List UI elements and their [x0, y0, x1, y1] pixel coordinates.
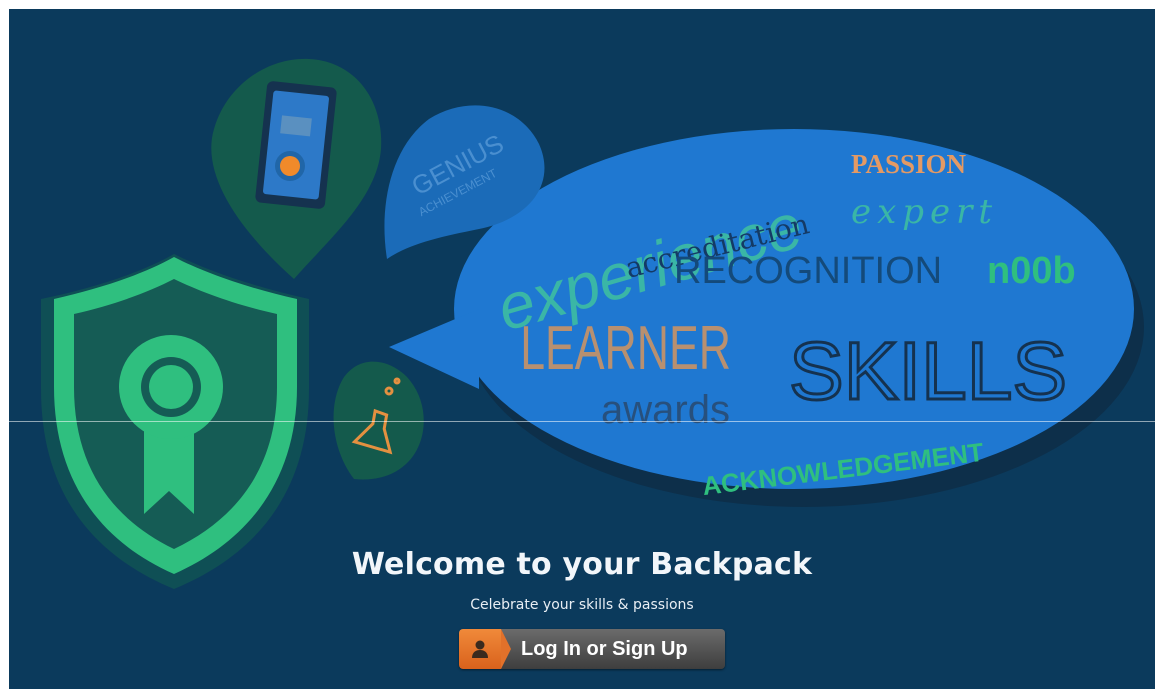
word-skills: SKILLS	[789, 326, 1067, 417]
word-expert: expert	[851, 192, 998, 232]
hero-illustration: GENIUS ACHIEVEMENT experience PASSION ac…	[41, 58, 1144, 589]
login-signup-button[interactable]: Log In or Sign Up	[459, 629, 725, 669]
hero-banner: GENIUS ACHIEVEMENT experience PASSION ac…	[9, 9, 1155, 689]
login-icon-box	[459, 629, 511, 669]
word-recognition: RECOGNITION	[674, 250, 942, 292]
phone-bubble	[211, 58, 382, 280]
word-noob: n00b	[987, 250, 1076, 292]
mobile-phone-icon	[255, 81, 337, 209]
person-icon	[472, 640, 488, 658]
page-subtitle: Celebrate your skills & passions	[470, 597, 694, 613]
page: GENIUS ACHIEVEMENT experience PASSION ac…	[0, 0, 1155, 689]
word-awards: awards	[601, 388, 730, 432]
word-passion: PASSION	[851, 149, 967, 179]
divider-line	[9, 421, 1155, 422]
word-learner: LEARNER	[520, 314, 731, 383]
top-strip	[0, 0, 1155, 9]
word-learner-wrap: LEARNER	[520, 314, 731, 383]
page-title: Welcome to your Backpack	[351, 547, 813, 582]
login-signup-label: Log In or Sign Up	[521, 638, 688, 660]
